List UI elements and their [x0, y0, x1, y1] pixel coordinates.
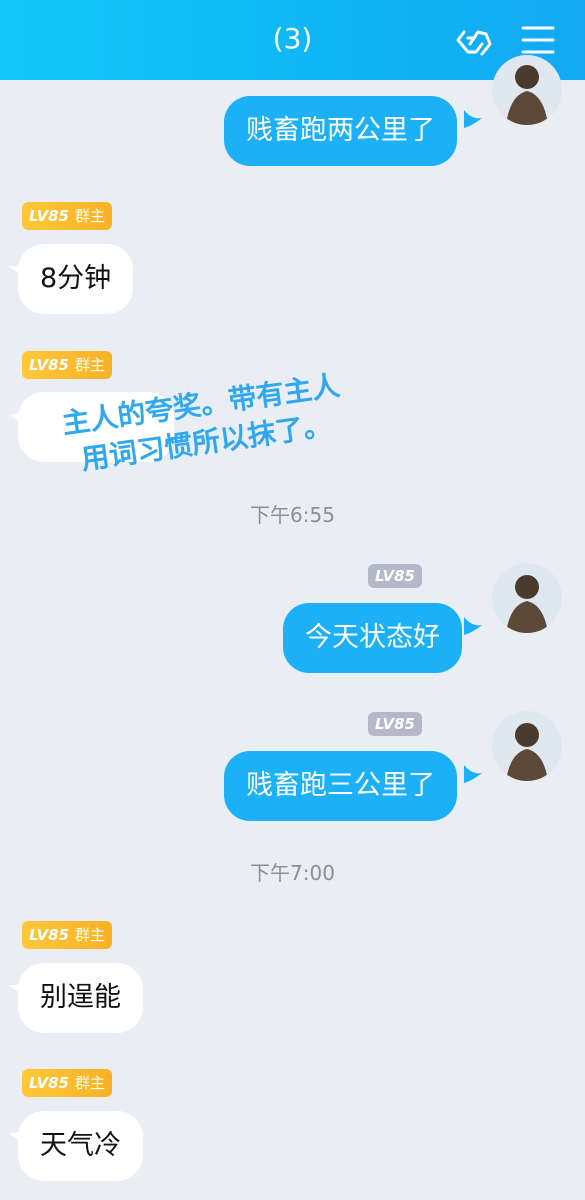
avatar[interactable] — [492, 563, 562, 633]
message-text: 别逞能 — [40, 982, 121, 1013]
message-bubble-outgoing[interactable]: 今天状态好 — [283, 603, 462, 673]
member-badge: LV85 群主 — [22, 351, 112, 379]
timestamp: 下午7:00 — [250, 861, 335, 885]
avatar[interactable] — [492, 55, 562, 125]
member-badge: LV85 群主 — [22, 1069, 112, 1097]
annotation-overlay: 主人的夸奖。带有主人 用词习惯所以抹了。 — [59, 368, 342, 477]
member-badge: LV85 群主 — [22, 202, 112, 230]
bubble-tail — [8, 977, 26, 995]
bubble-tail — [464, 617, 482, 635]
member-badge: LV85 — [368, 712, 422, 736]
member-badge: LV85 — [368, 564, 422, 588]
bubble-tail — [8, 258, 26, 276]
message-text: 贱畜跑两公里了 — [246, 115, 435, 146]
message-bubble-incoming[interactable]: 天气冷 — [18, 1111, 143, 1181]
member-badge: LV85 群主 — [22, 921, 112, 949]
avatar[interactable] — [492, 711, 562, 781]
message-bubble-incoming[interactable]: 8分钟 — [18, 244, 134, 314]
message-bubble-incoming[interactable]: 别逞能 — [18, 963, 143, 1033]
message-text: 今天状态好 — [305, 622, 440, 653]
chat-title: (3) — [272, 22, 313, 55]
message-bubble-outgoing[interactable]: 贱畜跑两公里了 — [224, 96, 457, 166]
chat-header: (3) — [0, 0, 585, 80]
message-text: 8分钟 — [40, 263, 112, 294]
bubble-tail — [464, 110, 482, 128]
message-bubble-outgoing[interactable]: 贱畜跑三公里了 — [224, 751, 457, 821]
timestamp: 下午6:55 — [250, 503, 335, 527]
share-icon[interactable] — [452, 18, 496, 62]
bubble-tail — [8, 1125, 26, 1143]
message-text: 天气冷 — [40, 1130, 121, 1161]
bubble-tail — [8, 406, 26, 424]
bubble-tail — [464, 765, 482, 783]
message-text: 贱畜跑三公里了 — [246, 770, 435, 801]
